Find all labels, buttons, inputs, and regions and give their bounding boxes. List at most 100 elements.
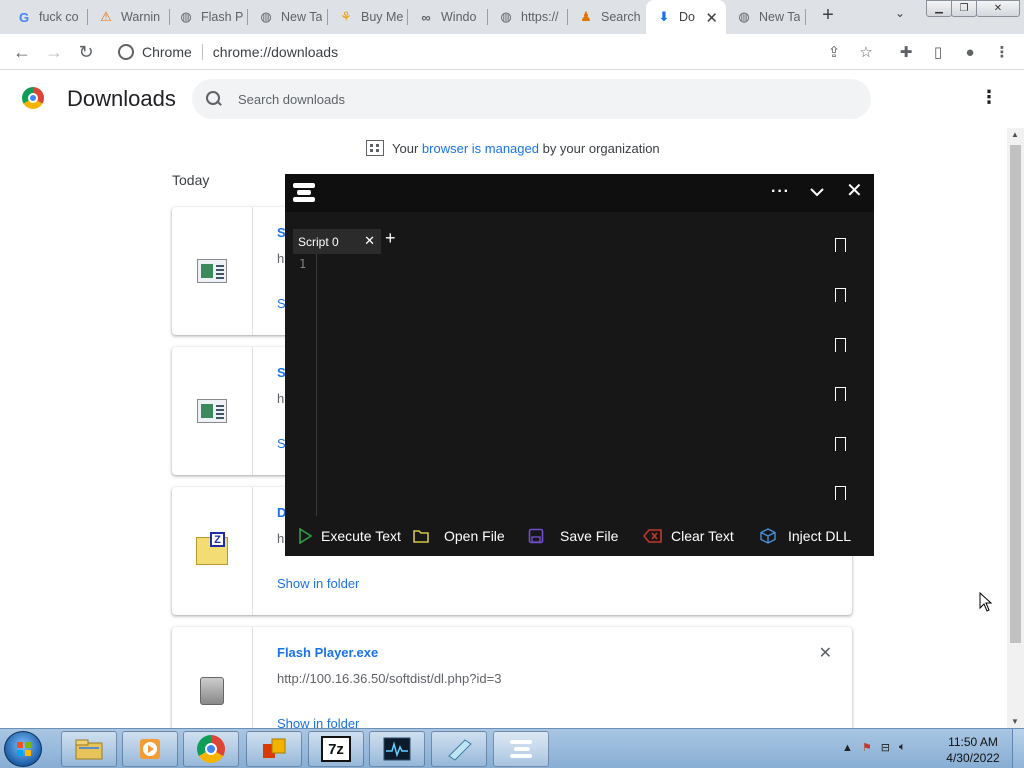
media-player-taskbar-icon[interactable] bbox=[122, 731, 178, 767]
inject-dll-button[interactable]: Inject DLL bbox=[760, 528, 851, 544]
remove-item-close-icon[interactable]: ✕ bbox=[819, 643, 832, 663]
warning-site-icon: ⚠ bbox=[100, 9, 112, 24]
url-text[interactable]: chrome://downloads bbox=[213, 44, 338, 60]
save-file-button[interactable]: Save File bbox=[528, 528, 618, 544]
script-slot-icon[interactable] bbox=[835, 486, 846, 500]
globe-icon: ◍ bbox=[260, 9, 272, 24]
line-number: 1 bbox=[299, 257, 307, 271]
script-slot-icon[interactable] bbox=[835, 288, 846, 302]
search-icon bbox=[206, 91, 222, 107]
building-icon bbox=[366, 140, 384, 156]
script-slot-icon[interactable] bbox=[835, 238, 846, 252]
script-slot-icon[interactable] bbox=[835, 338, 846, 352]
google-g-icon: G bbox=[18, 9, 30, 25]
globe-icon: ◍ bbox=[738, 9, 750, 24]
more-dots-icon[interactable]: ··· bbox=[771, 183, 790, 201]
close-script-tab-icon[interactable]: ✕ bbox=[364, 233, 375, 249]
clear-text-button[interactable]: Clear Text bbox=[643, 528, 734, 544]
network-icon[interactable]: ⊟ bbox=[881, 741, 890, 754]
tray-expand-arrow-icon[interactable]: ▲ bbox=[842, 742, 853, 754]
installer-exe-icon bbox=[200, 677, 224, 705]
browser-tab-4[interactable]: ◍ New Ta bbox=[248, 0, 328, 34]
scrollbar-thumb[interactable] bbox=[1010, 145, 1021, 643]
profile-avatar-icon[interactable]: ● bbox=[960, 42, 980, 62]
site-label: Chrome bbox=[142, 44, 192, 60]
browser-tab-1[interactable]: G fuck co bbox=[6, 0, 88, 34]
restore-button[interactable]: ❐ bbox=[951, 0, 977, 17]
side-panel-icon[interactable]: ▯ bbox=[928, 42, 948, 62]
section-date-heading: Today bbox=[172, 172, 210, 188]
share-icon[interactable]: ⇪ bbox=[824, 42, 844, 62]
browser-tab-10[interactable]: ◍ New Ta bbox=[726, 0, 806, 34]
script-slot-icon[interactable] bbox=[835, 437, 846, 451]
collapse-chevron-icon[interactable] bbox=[809, 184, 825, 200]
managed-link[interactable]: browser is managed bbox=[422, 141, 539, 156]
erase-icon bbox=[643, 529, 662, 543]
7zip-taskbar-icon[interactable]: 7z bbox=[308, 731, 364, 767]
more-options-icon[interactable]: ⋮ bbox=[980, 88, 998, 106]
explorer-taskbar-icon[interactable] bbox=[61, 731, 117, 767]
page-title: Downloads bbox=[67, 86, 176, 111]
system-tray: ▲ ⚑ ⊟ 🔈︎ bbox=[842, 741, 906, 754]
show-in-folder-link[interactable]: Show in folder bbox=[277, 576, 359, 591]
chrome-taskbar-icon[interactable] bbox=[183, 731, 239, 767]
reload-icon[interactable]: ↻ bbox=[74, 40, 98, 64]
window-controls: ▁ ❐ ✕ bbox=[926, 0, 1020, 17]
add-script-tab-icon[interactable]: + bbox=[385, 228, 396, 249]
managed-notice: Your browser is managed by your organiza… bbox=[366, 140, 660, 156]
globe-icon: ◍ bbox=[180, 9, 192, 24]
new-tab-button[interactable]: + bbox=[816, 4, 840, 27]
action-center-flag-icon[interactable]: ⚑ bbox=[862, 741, 872, 754]
browser-menu-icon[interactable]: ⋮ bbox=[992, 42, 1012, 62]
browser-tab-7[interactable]: ◍ https:// bbox=[488, 0, 568, 34]
executor-close-icon[interactable]: ✕ bbox=[846, 181, 863, 201]
page-scrollbar[interactable]: ▲ ▼ bbox=[1007, 128, 1024, 728]
executor-titlebar[interactable]: ··· ✕ bbox=[285, 174, 874, 212]
address-bar[interactable]: Chrome chrome://downloads bbox=[110, 38, 890, 66]
save-disk-icon bbox=[528, 528, 544, 544]
script-slot-icon[interactable] bbox=[835, 387, 846, 401]
file-name-link[interactable]: Flash Player.exe bbox=[277, 645, 378, 660]
office-taskbar-icon[interactable] bbox=[246, 731, 302, 767]
windows-taskbar: 7z ▲ ⚑ ⊟ 🔈︎ 11:50 AM 4/30/2022 bbox=[0, 728, 1024, 768]
tab-strip: G fuck co ⚠ Warnin ◍ Flash P ◍ New Ta ⚘ … bbox=[0, 0, 1024, 34]
script-tab[interactable]: Script 0 ✕ bbox=[293, 229, 381, 254]
show-desktop-button[interactable] bbox=[1012, 729, 1024, 768]
script-executor-window: ··· ✕ Script 0 ✕ + 1 Execute Text Open F… bbox=[285, 174, 874, 556]
extensions-puzzle-icon[interactable]: ✚ bbox=[896, 42, 916, 62]
execute-text-button[interactable]: Execute Text bbox=[297, 528, 401, 544]
link-icon: ∞ bbox=[421, 9, 431, 25]
close-tab-icon[interactable]: ✕ bbox=[705, 9, 718, 27]
play-icon bbox=[299, 528, 313, 544]
document-file-icon bbox=[197, 259, 227, 283]
browser-tab-6[interactable]: ∞ Windo bbox=[408, 0, 488, 34]
search-box[interactable] bbox=[192, 79, 871, 119]
minimize-button[interactable]: ▁ bbox=[926, 0, 952, 17]
scroll-up-arrow-icon[interactable]: ▲ bbox=[1011, 130, 1019, 139]
browser-tab-8[interactable]: ♟ Search bbox=[568, 0, 646, 34]
open-file-button[interactable]: Open File bbox=[412, 528, 505, 544]
downloads-header: Downloads ⋮ bbox=[0, 70, 1024, 128]
browser-tab-downloads[interactable]: ⬇ Do ✕ bbox=[646, 0, 726, 34]
browser-tab-2[interactable]: ⚠ Warnin bbox=[88, 0, 170, 34]
file-url: http://100.16.36.50/softdist/dl.php?id=3 bbox=[277, 671, 502, 686]
tab-search-chevron-icon[interactable]: ⌄ bbox=[895, 6, 905, 20]
bookmark-star-icon[interactable]: ☆ bbox=[856, 42, 876, 62]
shop-icon: ⚘ bbox=[340, 9, 352, 24]
window-close-button[interactable]: ✕ bbox=[976, 0, 1020, 17]
volume-icon[interactable]: 🔈︎ bbox=[899, 741, 906, 754]
browser-tab-5[interactable]: ⚘ Buy Me bbox=[328, 0, 408, 34]
executor-taskbar-icon[interactable] bbox=[493, 731, 549, 767]
resource-monitor-taskbar-icon[interactable] bbox=[369, 731, 425, 767]
browser-tab-3[interactable]: ◍ Flash P bbox=[168, 0, 248, 34]
download-icon: ⬇ bbox=[658, 9, 670, 24]
search-input[interactable] bbox=[238, 91, 818, 107]
notepad-taskbar-icon[interactable] bbox=[431, 731, 487, 767]
system-clock[interactable]: 11:50 AM 4/30/2022 bbox=[938, 734, 1008, 766]
code-editor[interactable]: 1 bbox=[293, 254, 821, 516]
start-button[interactable] bbox=[4, 731, 42, 767]
forward-arrow-icon[interactable]: → bbox=[42, 40, 66, 64]
person-icon: ♟ bbox=[580, 9, 592, 24]
scroll-down-arrow-icon[interactable]: ▼ bbox=[1011, 717, 1019, 726]
back-arrow-icon[interactable]: ← bbox=[10, 40, 34, 64]
